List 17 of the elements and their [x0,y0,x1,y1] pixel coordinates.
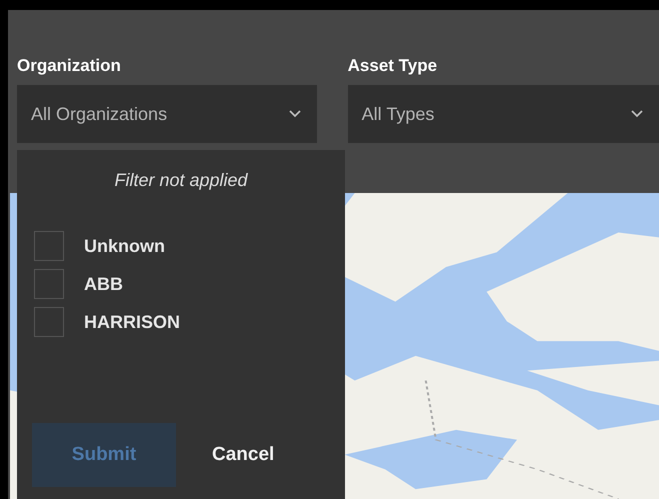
option-item[interactable]: Unknown [34,231,165,261]
option-item[interactable]: HARRISON [34,307,180,337]
checkbox[interactable] [34,231,64,261]
chevron-down-icon [631,110,643,118]
filter-label: Organization [17,55,121,77]
select-dropdown[interactable]: All Types [348,85,659,143]
chevron-down-icon [288,110,301,118]
filter-label: Asset Type [348,55,438,77]
option-item[interactable]: ABB [34,269,123,299]
option-label: Unknown [84,236,165,256]
select-dropdown[interactable]: All Organizations [17,85,317,143]
cancel-button[interactable]: Cancel [206,423,280,487]
option-label: ABB [84,274,123,294]
checkbox[interactable] [34,269,64,299]
checkbox[interactable] [34,307,64,337]
filter-status: Filter not applied [114,170,248,191]
option-label: HARRISON [84,312,180,332]
